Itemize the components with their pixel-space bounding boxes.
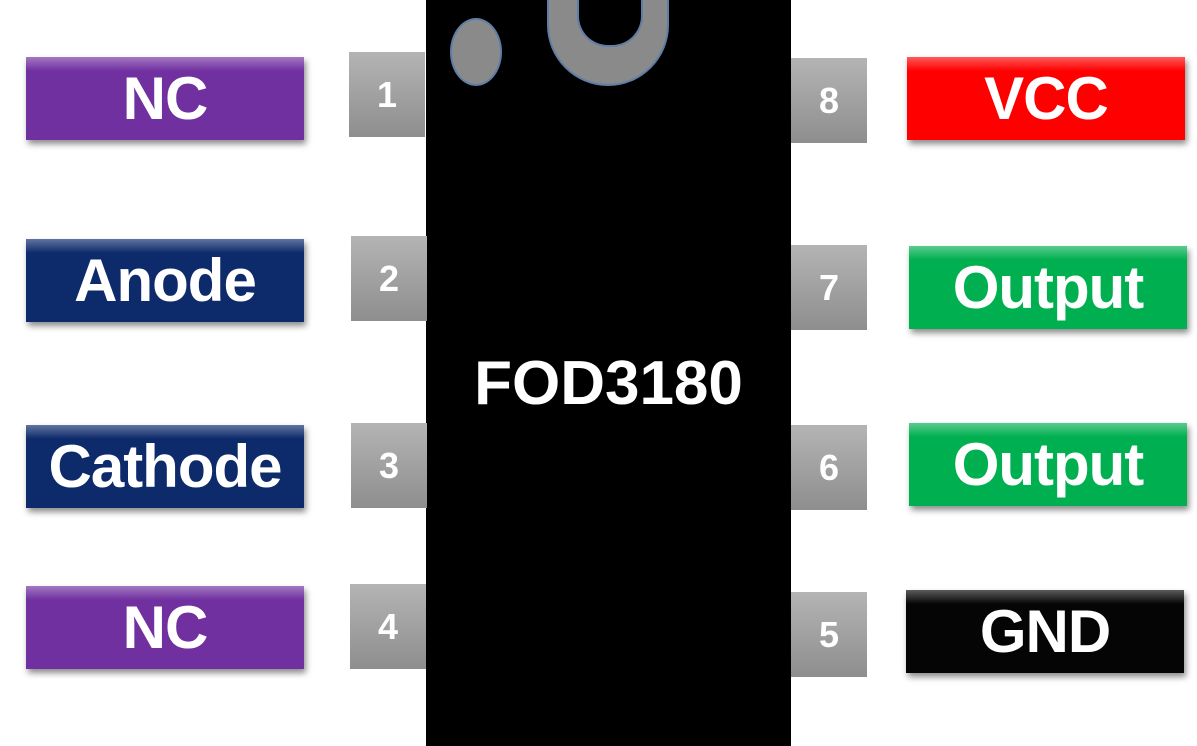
pin-label-1: NC [26, 57, 304, 140]
pin-label-text: Output [952, 254, 1145, 321]
pin-label-2: Anode [26, 239, 304, 322]
pin1-dot-icon [450, 18, 502, 86]
pin-number-2: 2 [351, 236, 427, 321]
pin-label-text: NC [122, 594, 209, 661]
pin-label-5: GND [906, 590, 1184, 673]
pin-number-4: 4 [350, 584, 426, 669]
pin-number-1: 1 [349, 52, 425, 137]
pin-number-8: 8 [791, 58, 867, 143]
pin-label-4: NC [26, 586, 304, 669]
pin-number-6: 6 [791, 425, 867, 510]
chip-part-number: FOD3180 [474, 349, 743, 418]
pin-label-text: NC [122, 65, 209, 132]
ic-package-body: FOD3180 [426, 0, 791, 746]
pin-label-text: GND [979, 598, 1111, 665]
pin-label-text: Anode [74, 247, 257, 314]
pin-label-8: VCC [907, 57, 1185, 140]
pin-label-text: Output [952, 431, 1145, 498]
orientation-notch-icon [547, 0, 669, 86]
pin-number-5: 5 [791, 592, 867, 677]
pin-label-3: Cathode [26, 425, 304, 508]
pin-number-3: 3 [351, 423, 427, 508]
pin-label-6: Output [909, 423, 1187, 506]
pin-label-7: Output [909, 246, 1187, 329]
pin-number-7: 7 [791, 245, 867, 330]
pin-label-text: Cathode [48, 433, 283, 500]
pin-label-text: VCC [984, 65, 1109, 132]
